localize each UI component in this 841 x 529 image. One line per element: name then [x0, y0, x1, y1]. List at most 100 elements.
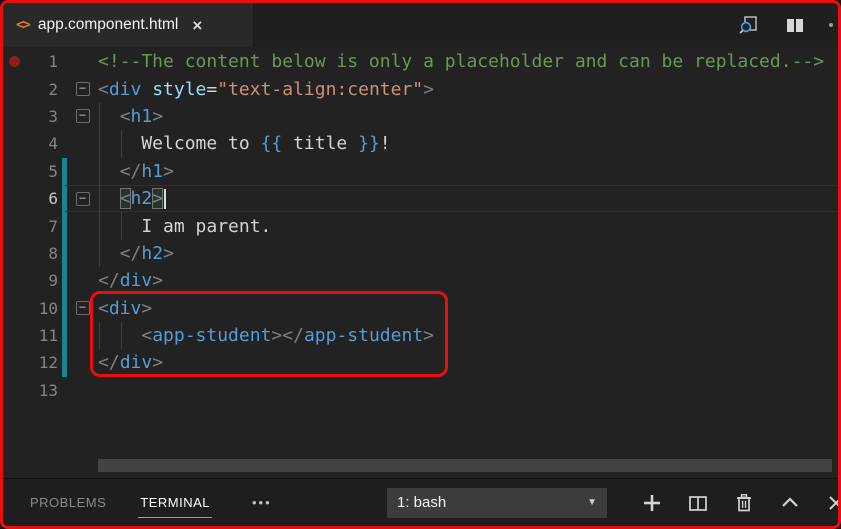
fold-icon[interactable]: −	[75, 191, 90, 206]
maximize-panel-icon[interactable]	[778, 491, 802, 515]
code-line: 7 I am parent.	[3, 212, 838, 240]
line-number: 13	[38, 380, 58, 400]
code-text[interactable]: Welcome to {{ title }}!	[98, 130, 838, 158]
change-gutter	[58, 184, 67, 213]
code-line: 2 − < div style = "text-align:center" >	[3, 75, 838, 102]
code-line: 13	[3, 377, 838, 404]
code-token: "text-align:center"	[217, 78, 424, 100]
code-text[interactable]: </div >	[98, 267, 838, 294]
code-token: <	[141, 325, 153, 347]
indent-guide	[99, 184, 100, 213]
kill-terminal-icon[interactable]	[732, 491, 756, 515]
tab-problems[interactable]: PROBLEMS	[30, 479, 106, 526]
panel-more-icon[interactable]: •••	[252, 495, 272, 510]
code-text[interactable]: < div style = "text-align:center" >	[98, 75, 838, 102]
code-text[interactable]	[98, 377, 838, 404]
change-gutter	[58, 321, 67, 350]
open-preview-icon[interactable]	[737, 13, 761, 37]
close-tab-icon[interactable]: ×	[192, 17, 202, 34]
new-terminal-icon[interactable]	[640, 491, 664, 515]
line-number: 11	[38, 326, 58, 346]
indent-guide	[99, 157, 100, 185]
bottom-panel: PROBLEMS TERMINAL ••• 1: bash ▼	[3, 478, 838, 526]
breakpoint-gutter[interactable]	[3, 349, 25, 376]
vscode-window: < > app.component.html × 1 <!--The conten…	[0, 0, 841, 529]
horizontal-scrollbar[interactable]	[98, 459, 832, 472]
breakpoint-gutter[interactable]	[3, 130, 25, 157]
breakpoint-gutter[interactable]	[3, 322, 25, 349]
code-text[interactable]: < h2 >	[98, 184, 838, 213]
tab-terminal[interactable]: TERMINAL	[138, 479, 212, 526]
code-text[interactable]: < div >	[98, 295, 838, 322]
breakpoint-gutter[interactable]	[3, 103, 25, 130]
code-token: </	[119, 160, 142, 182]
breakpoint-icon[interactable]	[8, 56, 20, 68]
code-line: 11 < app-student > </app-student >	[3, 321, 838, 350]
code-token: <	[119, 188, 131, 210]
line-number: 8	[48, 243, 58, 263]
breakpoint-gutter[interactable]	[3, 185, 25, 212]
code-line: 10 − < div >	[3, 294, 838, 322]
split-terminal-icon[interactable]	[686, 491, 710, 515]
indent-guide	[120, 130, 122, 158]
code-text[interactable]: </h2 >	[98, 239, 838, 268]
code-token: >	[152, 105, 164, 127]
breakpoint-gutter[interactable]	[3, 75, 25, 102]
split-editor-icon[interactable]	[783, 13, 807, 37]
code-text[interactable]: < app-student > </app-student >	[98, 321, 838, 350]
code-token: >	[271, 325, 283, 347]
code-token: >	[423, 325, 435, 347]
change-gutter	[58, 267, 67, 295]
code-token: <	[98, 78, 109, 100]
line-number: 1	[48, 52, 58, 72]
change-gutter	[58, 48, 67, 75]
fold-icon[interactable]: −	[75, 109, 90, 124]
breakpoint-gutter[interactable]	[3, 240, 25, 267]
code-line: 4 Welcome to {{ title }}!	[3, 130, 838, 158]
code-token: h2	[130, 188, 153, 210]
code-lines: 1 <!--The content below is only a placeho…	[3, 47, 838, 404]
line-number: 12	[38, 353, 58, 373]
terminal-select[interactable]: 1: bash ▼	[387, 487, 607, 518]
panel-actions	[640, 491, 838, 515]
code-text[interactable]: < h1 >	[98, 102, 838, 131]
change-gutter	[58, 377, 67, 404]
code-token: >	[141, 297, 153, 319]
code-token: !	[379, 133, 391, 155]
more-actions-icon[interactable]	[829, 23, 833, 27]
code-token: >	[163, 160, 174, 182]
code-token: {{	[260, 133, 283, 155]
fold-gutter	[67, 212, 98, 239]
breakpoint-gutter[interactable]	[3, 295, 25, 322]
line-number: 4	[48, 134, 58, 154]
code-text[interactable]: </div >	[98, 349, 838, 376]
change-gutter	[58, 212, 67, 240]
code-token: div	[108, 78, 142, 100]
code-editor[interactable]: 1 <!--The content below is only a placeho…	[3, 47, 838, 478]
indent-guide	[99, 239, 100, 268]
breakpoint-gutter[interactable]	[3, 377, 25, 404]
tab-app-component-html[interactable]: <> app.component.html ×	[3, 3, 254, 47]
code-line: 8 </h2 >	[3, 239, 838, 268]
fold-icon[interactable]: −	[75, 301, 90, 316]
code-text[interactable]: I am parent.	[98, 212, 838, 240]
code-token: =	[206, 78, 218, 100]
breakpoint-gutter[interactable]	[3, 212, 25, 239]
line-number: 6	[48, 189, 58, 209]
line-number: 2	[48, 79, 58, 99]
change-gutter	[58, 130, 67, 157]
code-token: div	[119, 352, 153, 374]
tab-title: app.component.html	[37, 16, 179, 33]
code-token: </	[282, 325, 304, 347]
breakpoint-gutter[interactable]	[3, 158, 25, 185]
code-text[interactable]: <!--The content below is only a placehol…	[98, 48, 838, 75]
breakpoint-gutter[interactable]	[3, 267, 25, 294]
code-token: app-student	[152, 325, 272, 347]
code-text[interactable]: </h1 >	[98, 157, 838, 185]
breakpoint-gutter[interactable]	[3, 48, 25, 75]
fold-icon[interactable]: −	[75, 82, 90, 97]
line-number: 3	[48, 106, 58, 126]
close-panel-icon[interactable]	[824, 491, 838, 515]
